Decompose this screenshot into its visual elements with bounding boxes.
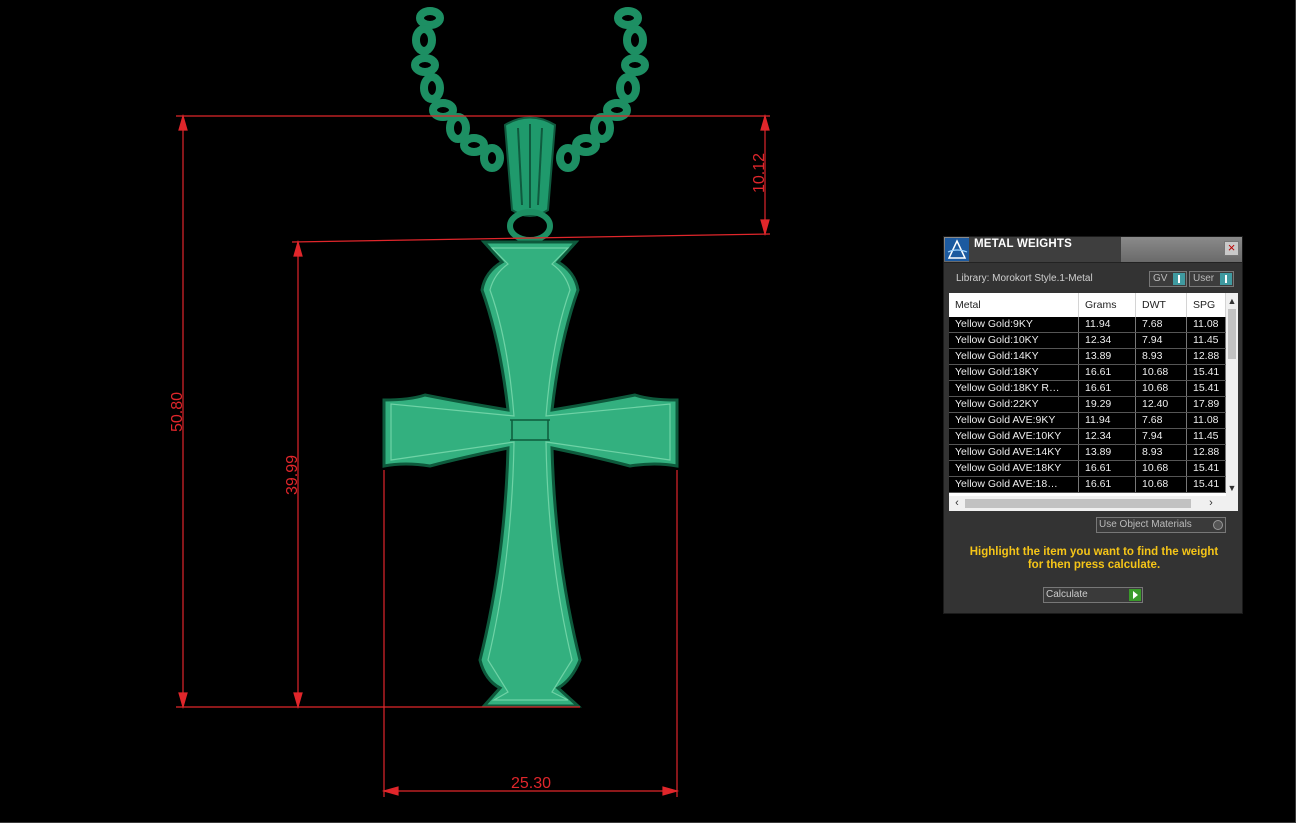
panel-title: METAL WEIGHTS — [974, 238, 1073, 250]
cell-grams: 11.94 — [1079, 413, 1136, 428]
dimension-bail-height-label: 10.12 — [751, 153, 768, 193]
user-toggle[interactable]: User — [1189, 271, 1234, 287]
cell-dwt: 10.68 — [1136, 381, 1187, 396]
cell-spg: 11.08 — [1187, 413, 1226, 428]
instruction-line-2: for then press calculate. — [1027, 559, 1161, 571]
cell-spg: 15.41 — [1187, 477, 1226, 492]
cell-metal: Yellow Gold:14KY — [949, 349, 1079, 364]
vertical-scrollbar[interactable]: ▲ ▼ — [1226, 293, 1238, 496]
dimension-cross-height-label: 39.99 — [284, 455, 301, 495]
cell-dwt: 8.93 — [1136, 349, 1187, 364]
scroll-right-icon[interactable]: › — [1205, 497, 1217, 510]
dimension-cross-width-label: 25.30 — [511, 775, 551, 792]
calculate-label: Calculate — [1046, 589, 1088, 600]
3d-viewport[interactable]: 50.80 39.99 10.12 25.30 METAL WEIGHTS × … — [0, 0, 1296, 823]
cell-metal: Yellow Gold:10KY — [949, 333, 1079, 348]
cell-spg: 11.45 — [1187, 429, 1226, 444]
cell-grams: 12.34 — [1079, 333, 1136, 348]
cell-metal: Yellow Gold:18KY R… — [949, 381, 1079, 396]
cell-metal: Yellow Gold AVE:10KY — [949, 429, 1079, 444]
table-row[interactable]: Yellow Gold AVE:14KY 13.89 8.93 12.88 — [949, 445, 1226, 461]
calculate-button[interactable]: Calculate — [1043, 587, 1143, 603]
table-row[interactable]: Yellow Gold:22KY 19.29 12.40 17.89 — [949, 397, 1226, 413]
metal-weights-panel: METAL WEIGHTS × Library: Morokort Style.… — [943, 236, 1243, 614]
cross-pendant — [382, 240, 679, 708]
cell-grams: 19.29 — [1079, 397, 1136, 412]
cell-spg: 15.41 — [1187, 365, 1226, 380]
table-row[interactable]: Yellow Gold AVE:18… 16.61 10.68 15.41 — [949, 477, 1226, 493]
table-row[interactable]: Yellow Gold AVE:9KY 11.94 7.68 11.08 — [949, 413, 1226, 429]
cell-spg: 12.88 — [1187, 349, 1226, 364]
cell-spg: 12.88 — [1187, 445, 1226, 460]
cell-metal: Yellow Gold AVE:18… — [949, 477, 1079, 492]
radio-icon — [1213, 520, 1223, 530]
cell-spg: 15.41 — [1187, 381, 1226, 396]
cell-spg: 15.41 — [1187, 461, 1226, 476]
cell-dwt: 7.68 — [1136, 413, 1187, 428]
cell-metal: Yellow Gold:9KY — [949, 317, 1079, 332]
use-object-materials-label: Use Object Materials — [1099, 519, 1192, 530]
user-toggle-label: User — [1193, 273, 1215, 284]
cell-dwt: 7.94 — [1136, 333, 1187, 348]
toggle-switch-icon — [1220, 273, 1232, 285]
column-header-dwt[interactable]: DWT — [1136, 293, 1187, 317]
scroll-up-icon[interactable]: ▲ — [1226, 295, 1238, 307]
cell-dwt: 7.68 — [1136, 317, 1187, 332]
column-header-metal[interactable]: Metal — [949, 293, 1079, 317]
table-row[interactable]: Yellow Gold:9KY 11.94 7.68 11.08 — [949, 317, 1226, 333]
metal-table[interactable]: Metal Grams DWT SPG Yellow Gold:9KY 11.94… — [949, 293, 1238, 511]
close-icon[interactable]: × — [1224, 241, 1239, 256]
table-row[interactable]: Yellow Gold:18KY R… 16.61 10.68 15.41 — [949, 381, 1226, 397]
cell-metal: Yellow Gold:18KY — [949, 365, 1079, 380]
cell-grams: 11.94 — [1079, 317, 1136, 332]
instruction-text: Highlight the item you want to find the … — [956, 546, 1232, 572]
cell-spg: 17.89 — [1187, 397, 1226, 412]
table-row[interactable]: Yellow Gold AVE:10KY 12.34 7.94 11.45 — [949, 429, 1226, 445]
play-icon — [1129, 589, 1141, 601]
cell-metal: Yellow Gold AVE:9KY — [949, 413, 1079, 428]
library-label: Library: Morokort Style.1-Metal — [956, 273, 1093, 284]
cell-grams: 12.34 — [1079, 429, 1136, 444]
instruction-line-1: Highlight the item you want to find the … — [969, 546, 1219, 558]
cell-spg: 11.45 — [1187, 333, 1226, 348]
cell-dwt: 10.68 — [1136, 477, 1187, 492]
bail — [503, 116, 557, 243]
table-body: Yellow Gold:9KY 11.94 7.68 11.08 Yellow Gold… — [949, 317, 1226, 493]
table-row[interactable]: Yellow Gold:18KY 16.61 10.68 15.41 — [949, 365, 1226, 381]
cell-grams: 13.89 — [1079, 349, 1136, 364]
toggle-switch-icon — [1173, 273, 1185, 285]
gv-toggle[interactable]: GV — [1149, 271, 1187, 287]
table-row[interactable]: Yellow Gold:14KY 13.89 8.93 12.88 — [949, 349, 1226, 365]
cell-metal: Yellow Gold AVE:18KY — [949, 461, 1079, 476]
cell-dwt: 10.68 — [1136, 365, 1187, 380]
horizontal-scrollbar[interactable]: ‹ › — [949, 496, 1238, 511]
cell-spg: 11.08 — [1187, 317, 1226, 332]
cell-dwt: 8.93 — [1136, 445, 1187, 460]
use-object-materials-option[interactable]: Use Object Materials — [1096, 517, 1226, 533]
dimension-total-height-label: 50.80 — [169, 392, 186, 432]
cell-metal: Yellow Gold AVE:14KY — [949, 445, 1079, 460]
cell-metal: Yellow Gold:22KY — [949, 397, 1079, 412]
horizontal-scroll-thumb[interactable] — [965, 499, 1191, 508]
cell-grams: 16.61 — [1079, 477, 1136, 492]
column-header-grams[interactable]: Grams — [1079, 293, 1136, 317]
column-header-spg[interactable]: SPG — [1187, 293, 1226, 317]
app-logo-icon — [945, 238, 969, 261]
scroll-left-icon[interactable]: ‹ — [951, 497, 963, 510]
cell-dwt: 7.94 — [1136, 429, 1187, 444]
cell-dwt: 10.68 — [1136, 461, 1187, 476]
cell-dwt: 12.40 — [1136, 397, 1187, 412]
table-header: Metal Grams DWT SPG — [949, 293, 1226, 317]
gv-toggle-label: GV — [1153, 273, 1168, 284]
cell-grams: 16.61 — [1079, 381, 1136, 396]
panel-titlebar[interactable]: METAL WEIGHTS × — [944, 237, 1242, 263]
vertical-scroll-thumb[interactable] — [1228, 309, 1236, 359]
cell-grams: 16.61 — [1079, 365, 1136, 380]
cell-grams: 13.89 — [1079, 445, 1136, 460]
table-row[interactable]: Yellow Gold AVE:18KY 16.61 10.68 15.41 — [949, 461, 1226, 477]
table-row[interactable]: Yellow Gold:10KY 12.34 7.94 11.45 — [949, 333, 1226, 349]
cell-grams: 16.61 — [1079, 461, 1136, 476]
scroll-down-icon[interactable]: ▼ — [1226, 482, 1238, 494]
